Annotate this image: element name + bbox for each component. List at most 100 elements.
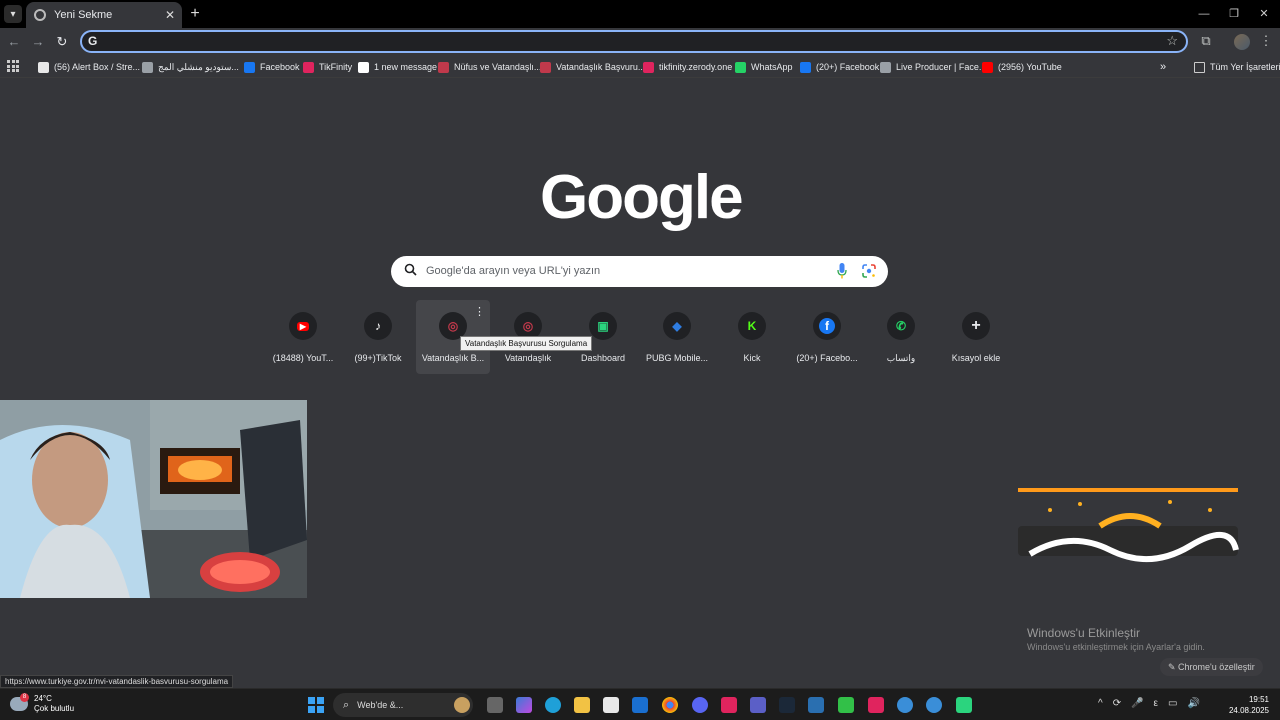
whatsapp-icon: ✆ (887, 312, 915, 340)
bookmark-item[interactable]: (56) Alert Box / Stre... (38, 60, 140, 74)
bookmark-star-icon[interactable]: ☆ (1166, 33, 1178, 49)
close-tab-icon[interactable]: ✕ (162, 7, 178, 23)
bookmark-label: (20+) Facebook (816, 62, 880, 72)
new-tab-button[interactable]: + (186, 5, 204, 23)
bookmark-label: Nüfus ve Vatandaşlı... (454, 62, 542, 72)
bookmark-item[interactable]: TikFinity (303, 60, 352, 74)
chrome-icon[interactable] (662, 697, 678, 713)
bookmark-label: 1 new message (374, 62, 438, 72)
close-window-button[interactable]: ✕ (1256, 6, 1272, 22)
tikfinity-icon[interactable] (868, 697, 884, 713)
app-blue-icon[interactable] (897, 697, 913, 713)
copilot-icon[interactable] (516, 697, 532, 713)
steam-icon[interactable] (779, 697, 795, 713)
weather-badge: 8 (20, 693, 29, 702)
bookmark-favicon-icon (800, 61, 811, 73)
clock[interactable]: 19:51 24.08.2025 (1227, 694, 1269, 716)
file-explorer-icon[interactable] (574, 697, 590, 713)
weather-temp: 24°C (34, 694, 52, 703)
back-icon[interactable]: ← (6, 34, 22, 50)
bookmark-favicon-icon (540, 61, 551, 73)
webcam-overlay (0, 400, 307, 598)
bookmark-label: (56) Alert Box / Stre... (54, 62, 141, 72)
app-blue-2-icon[interactable] (926, 697, 942, 713)
shortcut-tile[interactable]: + Kısayol ekle (939, 300, 1013, 374)
forward-icon[interactable]: → (30, 34, 46, 50)
clock-time: 19:51 (1248, 695, 1269, 704)
bookmark-label: Facebook (260, 62, 300, 72)
discord-icon[interactable] (692, 697, 708, 713)
shortcut-tile[interactable]: ♪ (99+)TikTok (341, 300, 415, 374)
weather-widget[interactable]: 8 24°C Çok bulutlu (10, 693, 74, 714)
tray-icon[interactable]: ⟳ (1113, 698, 1121, 709)
google-logo: Google (540, 163, 744, 232)
bookmark-item[interactable]: (20+) Facebook (800, 60, 879, 74)
shortcut-menu-icon[interactable]: ⋮ (474, 305, 485, 318)
clock-date: 24.08.2025 (1228, 706, 1269, 715)
tray-icon[interactable]: 🎤 (1131, 698, 1143, 709)
store-icon[interactable] (603, 697, 619, 713)
tray-icon[interactable]: ε (1154, 698, 1158, 709)
tiktok-live-icon[interactable] (721, 697, 737, 713)
bookmark-label: WhatsApp (751, 62, 793, 72)
start-button[interactable] (308, 697, 324, 713)
voice-search-icon[interactable] (837, 263, 847, 279)
tray-icon[interactable]: ▭ (1168, 698, 1177, 709)
bookmark-item[interactable]: WhatsApp (735, 60, 793, 74)
edge-icon[interactable] (545, 697, 561, 713)
tray-icon[interactable]: ^ (1098, 698, 1103, 709)
apps-grid-icon[interactable] (7, 60, 19, 72)
profile-avatar[interactable] (1234, 34, 1250, 50)
tab-search-button[interactable]: ▾ (4, 5, 22, 23)
customize-chrome-button[interactable]: ✎ Chrome'u özelleştir (1160, 658, 1263, 676)
shortcut-label: Vatandaşlık (504, 353, 552, 363)
task-view-icon[interactable] (487, 697, 503, 713)
shortcut-tile[interactable]: ◆ PUBG Mobile... (640, 300, 714, 374)
outlook-icon[interactable] (632, 697, 648, 713)
play-icon[interactable] (838, 697, 854, 713)
search-box[interactable]: Google'da arayın veya URL'yi yazın (391, 256, 888, 287)
extensions-icon[interactable]: ⧉ (1198, 33, 1214, 49)
bookmark-item[interactable]: Vatandaşlık Başvuru... (540, 60, 645, 74)
bookmark-item[interactable]: Live Producer | Face... (880, 60, 986, 74)
bookmark-label: ستوديو منشلي المج... (158, 61, 239, 72)
bookmark-item[interactable]: Nüfus ve Vatandaşlı... (438, 60, 541, 74)
active-tab[interactable]: Yeni Sekme ✕ (26, 2, 182, 28)
tray-icon[interactable]: 🔊 (1187, 698, 1199, 709)
tiktok-icon: ♪ (364, 312, 392, 340)
chrome-menu-icon[interactable]: ⋮ (1258, 33, 1274, 49)
taskbar-search[interactable]: ⌕ Web'de &... (333, 693, 473, 717)
settings-app-icon[interactable] (808, 697, 824, 713)
minimize-button[interactable]: — (1196, 6, 1212, 22)
search-icon (404, 263, 417, 279)
all-bookmarks-folder[interactable]: Tüm Yer İşaretleri (1194, 60, 1280, 74)
bookmark-item[interactable]: (2956) YouTube (982, 60, 1062, 74)
restore-button[interactable]: ❐ (1226, 6, 1242, 22)
bookmarks-overflow-icon[interactable]: » (1160, 60, 1166, 74)
bookmark-item[interactable]: Facebook (244, 60, 300, 74)
all-bookmarks-label: Tüm Yer İşaretleri (1210, 62, 1280, 72)
shortcut-tile[interactable]: ▶ (18488) YouT... (266, 300, 340, 374)
teams-icon[interactable] (750, 697, 766, 713)
reload-icon[interactable]: ↻ (54, 34, 70, 50)
shortcut-tile[interactable]: ✆ واتساب (864, 300, 938, 374)
shortcut-tooltip: Vatandaşlık Başvurusu Sorgulama (460, 336, 593, 351)
stream-overlay-graphic (1018, 488, 1239, 562)
bookmark-label: Live Producer | Face... (896, 62, 987, 72)
bookmark-item[interactable]: 1 new message (358, 60, 437, 74)
shortcut-tile[interactable]: K Kick (715, 300, 789, 374)
shortcut-tile[interactable]: f (20+) Facebo... (790, 300, 864, 374)
bookmark-item[interactable]: ستوديو منشلي المج... (142, 60, 239, 74)
search-placeholder: Google'da arayın veya URL'yi yazın (426, 265, 601, 277)
pubg-icon: ◆ (663, 312, 691, 340)
bookmark-favicon-icon (303, 61, 314, 73)
taskbar: 8 24°C Çok bulutlu ⌕ Web'de &... ^ ⟳ 🎤 ε ▭ 🔊 … (0, 688, 1280, 720)
folder-icon (1194, 61, 1205, 73)
shortcut-label: Vatandaşlık B... (421, 353, 485, 363)
address-bar[interactable]: G ☆ (80, 30, 1188, 53)
chrome-tab-icon (34, 9, 46, 21)
google-lens-icon[interactable] (862, 264, 876, 278)
bookmark-item[interactable]: tikfinity.zerody.one (643, 60, 732, 74)
dashboard-app-icon[interactable] (956, 697, 972, 713)
shortcut-label: (99+)TikTok (354, 353, 402, 363)
